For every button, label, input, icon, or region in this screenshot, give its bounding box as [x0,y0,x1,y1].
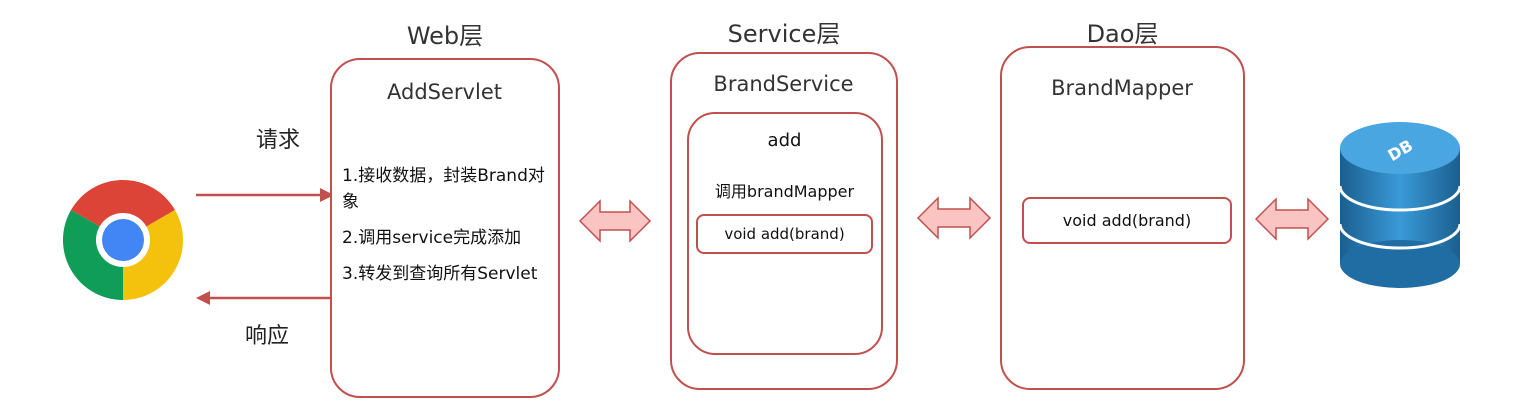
dao-layer-title: Dao层 [1086,20,1159,48]
web-step-3: 3.转发到查询所有Servlet [342,264,538,284]
dao-panel-title: BrandMapper [1051,76,1193,100]
web-step-1: 1.接收数据，封装Brand对象 [342,166,545,212]
add-method-title: add [767,130,802,151]
web-panel: AddServlet 1.接收数据，封装Brand对象 2.调用service完… [330,58,560,398]
double-arrow-web-service [578,199,652,243]
web-step-2: 2.调用service完成添加 [342,228,522,248]
add-method-panel: add 调用brandMapper void add(brand) [687,112,883,355]
service-call-box: void add(brand) [696,214,873,254]
service-panel: BrandService add 调用brandMapper void add(… [670,52,898,390]
web-panel-title: AddServlet [387,80,502,104]
chrome-icon [58,175,188,305]
web-step-list: 1.接收数据，封装Brand对象 2.调用service完成添加 3.转发到查询… [342,163,557,287]
service-layer-title: Service层 [727,20,841,48]
request-response-arrows [196,188,334,305]
response-label: 响应 [245,324,290,349]
double-arrow-service-dao [916,196,992,240]
dao-panel: BrandMapper void add(brand) [1000,46,1245,390]
service-panel-title: BrandService [713,72,854,96]
dao-method-box: void add(brand) [1022,197,1232,244]
database-icon: DB [1338,120,1462,290]
double-arrow-dao-db [1254,197,1330,241]
web-layer-title: Web层 [406,22,484,50]
call-mapper-text: 调用brandMapper [714,182,855,201]
request-label: 请求 [256,128,301,153]
